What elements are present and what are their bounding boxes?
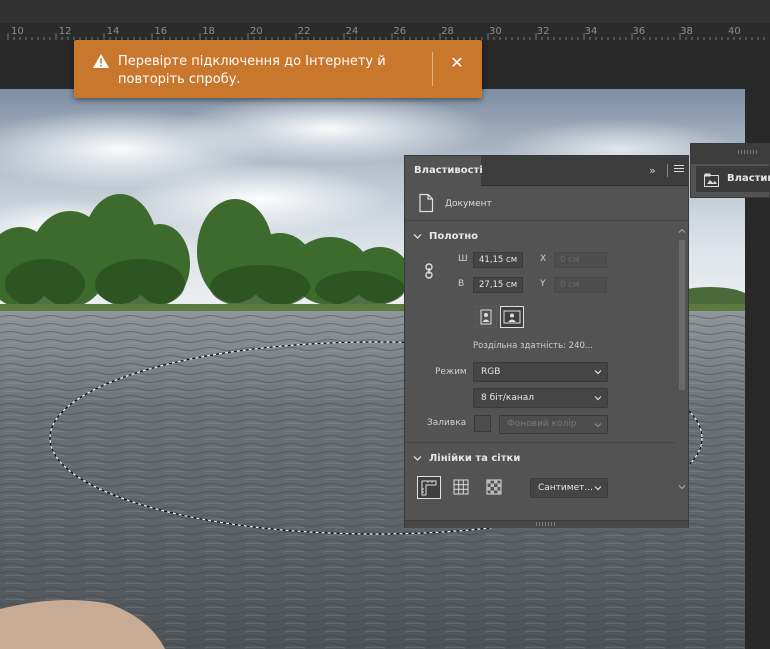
- properties-icon: [704, 173, 719, 187]
- mode-label: Режим: [435, 367, 467, 377]
- chevron-down-icon[interactable]: [413, 232, 422, 241]
- tab-properties[interactable]: Властивості: [405, 156, 483, 186]
- color-mode-dropdown[interactable]: RGB: [473, 362, 608, 382]
- ruler-label: 28: [441, 26, 454, 37]
- panel-resize-bar[interactable]: [405, 520, 688, 528]
- properties-panel: Властивості » Документ Полотно Ш 41,15 с…: [404, 155, 689, 528]
- fill-value: Фоновий колір: [507, 419, 577, 429]
- bit-depth-value: 8 біт/канал: [481, 393, 535, 403]
- fill-color-swatch[interactable]: [474, 415, 491, 432]
- fill-label: Заливка: [427, 418, 467, 428]
- width-field[interactable]: 41,15 см: [473, 252, 523, 268]
- section-divider: [405, 442, 675, 443]
- warning-icon: [93, 54, 109, 68]
- height-label: В: [458, 279, 465, 289]
- ruler-label: 32: [536, 26, 550, 37]
- connection-warning-toast: Перевірте підключення до Інтернету й пов…: [74, 40, 482, 98]
- chevron-down-icon: [594, 423, 602, 428]
- ruler-label: 36: [632, 26, 646, 37]
- resolution-text: Роздільна здатність: 240...: [473, 341, 594, 351]
- ruler-label: 18: [202, 26, 215, 37]
- ruler-label: 12: [58, 26, 72, 37]
- ruler-units-dropdown[interactable]: Сантимет...: [530, 478, 608, 498]
- rulers-section-header[interactable]: Лінійки та сітки: [405, 447, 675, 471]
- link-icon[interactable]: [424, 263, 434, 279]
- ruler-label: 10: [11, 26, 24, 37]
- height-field[interactable]: 27,15 см: [473, 277, 523, 293]
- properties-panel-collapsed[interactable]: Властивості: [690, 143, 770, 198]
- y-field[interactable]: 0 см: [554, 277, 607, 293]
- ruler-units-value: Сантимет...: [538, 483, 593, 493]
- ruler-toggle-button[interactable]: [417, 476, 441, 499]
- landscape-icon: [503, 310, 521, 324]
- close-icon[interactable]: ✕: [448, 54, 466, 72]
- ruler-label: 22: [297, 26, 311, 37]
- scrollbar-thumb[interactable]: [679, 240, 685, 390]
- pixel-grid-toggle-button[interactable]: [483, 476, 505, 498]
- chevron-down-icon[interactable]: [413, 454, 422, 463]
- fill-dropdown[interactable]: Фоновий колір: [499, 415, 608, 434]
- header-divider: [667, 164, 668, 177]
- ruler-label: 38: [680, 26, 693, 37]
- portrait-orientation-button[interactable]: [475, 306, 497, 328]
- rulers-section-title: Лінійки та сітки: [429, 453, 521, 464]
- ruler-label: 30: [489, 26, 502, 37]
- x-label: X: [540, 254, 547, 264]
- portrait-icon: [480, 309, 492, 325]
- toast-divider: [432, 52, 433, 86]
- ruler-label: 24: [345, 26, 359, 37]
- ruler-label: 16: [154, 26, 168, 37]
- scroll-down-icon[interactable]: [678, 483, 686, 491]
- panel-drag-bar[interactable]: [691, 144, 770, 164]
- panel-scrollbar[interactable]: [678, 227, 686, 495]
- panel-menu-icon[interactable]: [674, 165, 684, 175]
- x-field[interactable]: 0 см: [554, 252, 607, 268]
- y-label: Y: [540, 279, 546, 289]
- document-icon: [419, 193, 434, 213]
- horizontal-ruler[interactable]: 10 12 14 16 18 20 22 24 26 28 30 32 34 36 38 40: [0, 0, 770, 40]
- grid-toggle-button[interactable]: [450, 476, 472, 498]
- scroll-up-icon[interactable]: [678, 227, 686, 235]
- chevron-down-icon: [594, 370, 602, 375]
- collapse-icon[interactable]: »: [649, 164, 656, 177]
- grip-icon[interactable]: [536, 522, 556, 526]
- document-label: Документ: [445, 199, 492, 209]
- grip-icon[interactable]: [738, 150, 758, 154]
- canvas-section-header[interactable]: Полотно: [405, 225, 675, 249]
- width-label: Ш: [458, 254, 468, 264]
- ruler-label: 20: [250, 26, 263, 37]
- grid-icon: [453, 479, 469, 495]
- bit-depth-dropdown[interactable]: 8 біт/канал: [473, 388, 608, 408]
- canvas-section-title: Полотно: [429, 231, 479, 242]
- toast-message: Перевірте підключення до Інтернету й пов…: [118, 54, 386, 87]
- pixel-grid-icon: [486, 479, 502, 495]
- panel-header: Властивості »: [405, 156, 688, 186]
- ruler-label: 40: [728, 26, 741, 37]
- chevron-down-icon: [594, 396, 602, 401]
- landscape-orientation-button[interactable]: [500, 306, 524, 328]
- color-mode-value: RGB: [481, 367, 501, 377]
- canvas-gutter-right: [745, 40, 770, 649]
- ruler-label: 26: [393, 26, 407, 37]
- ruler-label: 34: [584, 26, 598, 37]
- chevron-down-icon: [594, 486, 602, 491]
- ruler-icon: [421, 480, 437, 496]
- document-row: Документ: [405, 186, 688, 221]
- ruler-label: 14: [106, 26, 120, 37]
